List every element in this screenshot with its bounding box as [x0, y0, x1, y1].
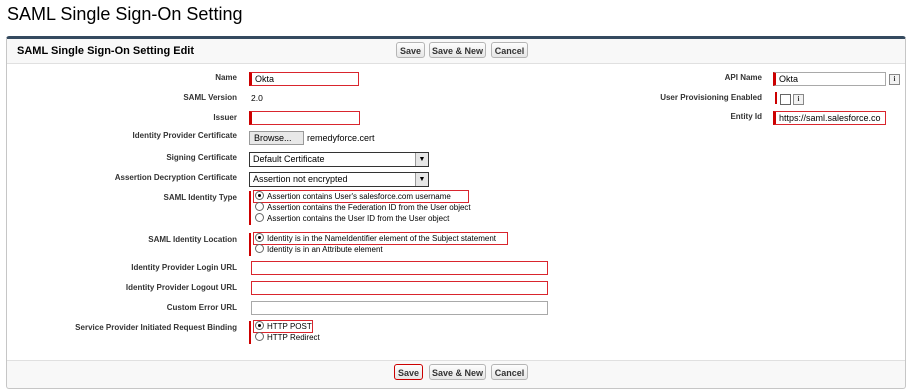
sp-binding-option-label: HTTP POST [267, 322, 312, 331]
required-indicator [249, 321, 251, 344]
assertion-decryption-value: Assertion not encrypted [253, 174, 348, 184]
entity-id-label: Entity Id [730, 112, 762, 121]
save-new-button-top[interactable]: Save & New [429, 42, 486, 58]
identity-location-option-label: Identity is in the NameIdentifier elemen… [267, 234, 497, 243]
required-indicator [775, 92, 777, 104]
login-url-label: Identity Provider Login URL [131, 263, 237, 272]
sp-binding-option-label: HTTP Redirect [267, 333, 320, 342]
identity-type-option-label: Assertion contains the User ID from the … [267, 214, 450, 223]
identity-type-option-username[interactable]: Assertion contains User's salesforce.com… [255, 191, 451, 202]
name-input[interactable] [249, 72, 359, 86]
logout-url-input[interactable] [251, 281, 548, 295]
save-button-top[interactable]: Save [396, 42, 425, 58]
api-name-label: API Name [724, 73, 762, 82]
radio-icon [255, 202, 264, 211]
api-name-input[interactable] [773, 72, 886, 86]
identity-type-option-federation[interactable]: Assertion contains the Federation ID fro… [255, 202, 471, 213]
user-provisioning-label: User Provisioning Enabled [660, 93, 762, 102]
radio-icon [255, 332, 264, 341]
custom-error-url-input[interactable] [251, 301, 548, 315]
identity-type-option-label: Assertion contains User's salesforce.com… [267, 192, 451, 201]
info-icon[interactable]: i [793, 94, 804, 105]
radio-icon [255, 213, 264, 222]
sp-binding-option-post[interactable]: HTTP POST [255, 321, 312, 332]
assertion-decryption-select[interactable]: Assertion not encrypted ▼ [249, 172, 429, 187]
chevron-down-icon: ▼ [415, 153, 428, 166]
saml-version-label: SAML Version [183, 93, 237, 102]
saml-version-value: 2.0 [251, 93, 263, 103]
chevron-down-icon: ▼ [415, 173, 428, 186]
identity-location-label: SAML Identity Location [148, 235, 237, 244]
sp-binding-label: Service Provider Initiated Request Bindi… [75, 323, 237, 332]
cancel-button-top[interactable]: Cancel [491, 42, 528, 58]
user-provisioning-checkbox[interactable] [780, 94, 791, 105]
signing-certificate-value: Default Certificate [253, 154, 325, 164]
login-url-input[interactable] [251, 261, 548, 275]
required-indicator [249, 233, 251, 256]
issuer-label: Issuer [213, 113, 237, 122]
radio-icon [255, 244, 264, 253]
identity-type-label: SAML Identity Type [163, 193, 238, 202]
identity-type-option-userid[interactable]: Assertion contains the User ID from the … [255, 213, 449, 224]
browse-button[interactable]: Browse... [249, 131, 304, 145]
radio-selected-icon [255, 321, 264, 330]
signing-certificate-label: Signing Certificate [166, 153, 237, 162]
cancel-button-bottom[interactable]: Cancel [491, 364, 528, 380]
identity-location-option-label: Identity is in an Attribute element [267, 245, 383, 254]
certificate-filename: remedyforce.cert [307, 133, 375, 143]
assertion-decryption-label: Assertion Decryption Certificate [114, 173, 237, 182]
required-indicator [249, 191, 251, 225]
identity-location-option-nameidentifier[interactable]: Identity is in the NameIdentifier elemen… [255, 233, 496, 244]
edit-panel: SAML Single Sign-On Setting Edit Save Sa… [6, 36, 906, 389]
page-title: SAML Single Sign-On Setting [7, 4, 243, 24]
custom-error-url-label: Custom Error URL [166, 303, 237, 312]
panel-title: SAML Single Sign-On Setting Edit [17, 45, 195, 57]
radio-selected-icon [255, 233, 264, 242]
signing-certificate-select[interactable]: Default Certificate ▼ [249, 152, 429, 167]
issuer-input[interactable] [249, 111, 360, 125]
panel-body: Name SAML Version 2.0 Issuer Identity Pr… [7, 64, 905, 361]
identity-location-option-attribute[interactable]: Identity is in an Attribute element [255, 244, 383, 255]
save-button-bottom[interactable]: Save [394, 364, 423, 380]
info-icon[interactable]: i [889, 74, 900, 85]
identity-type-option-label: Assertion contains the Federation ID fro… [267, 203, 471, 212]
logout-url-label: Identity Provider Logout URL [125, 283, 237, 292]
name-label: Name [215, 73, 237, 82]
sp-binding-option-redirect[interactable]: HTTP Redirect [255, 332, 320, 343]
radio-selected-icon [255, 191, 264, 200]
entity-id-input[interactable] [773, 111, 886, 125]
save-new-button-bottom[interactable]: Save & New [429, 364, 486, 380]
panel-header: SAML Single Sign-On Setting Edit Save Sa… [7, 39, 905, 64]
idp-certificate-label: Identity Provider Certificate [132, 131, 237, 140]
